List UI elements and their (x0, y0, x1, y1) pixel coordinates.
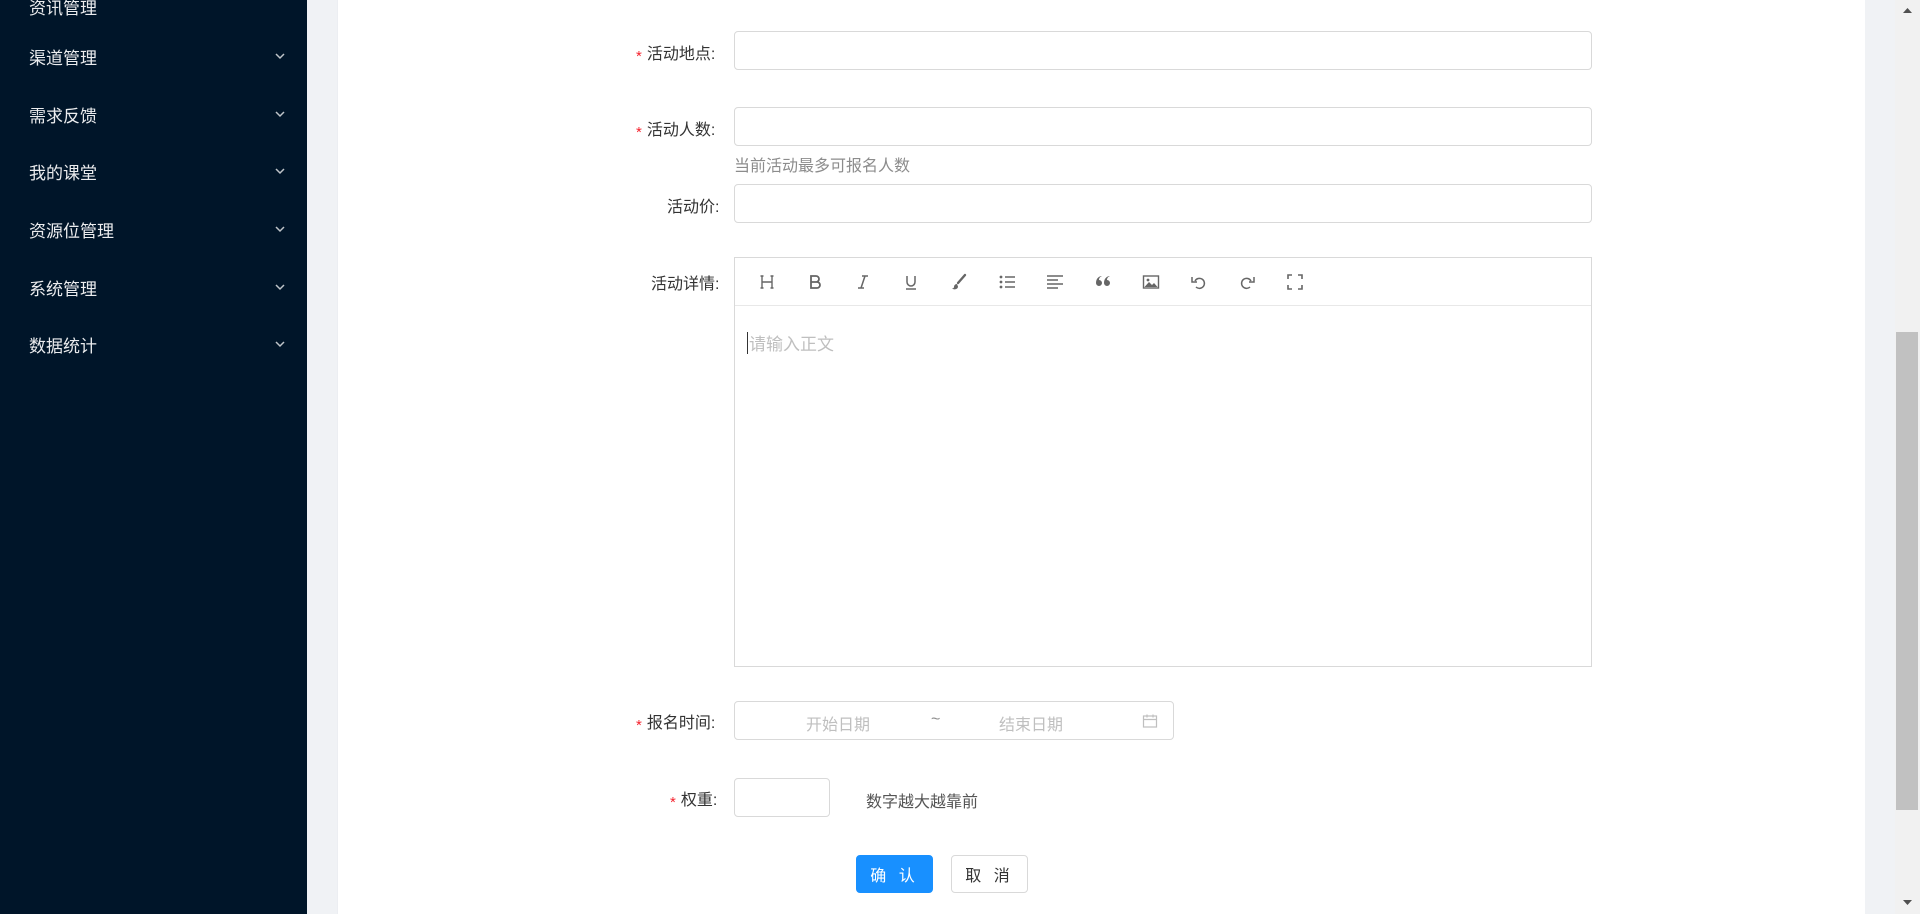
count-input[interactable] (734, 107, 1592, 146)
cancel-button[interactable]: 取 消 (951, 855, 1028, 893)
location-label: * 活动地点: (636, 46, 716, 65)
underline-icon[interactable] (900, 271, 922, 293)
sidebar-item-news[interactable]: 资讯管理 (0, 0, 307, 26)
sidebar-item-label: 数据统计 (29, 336, 97, 356)
price-input[interactable] (734, 184, 1592, 223)
chevron-down-icon (275, 53, 285, 60)
heading-icon[interactable] (756, 271, 778, 293)
date-range-picker[interactable]: 开始日期 ~ 结束日期 (734, 701, 1174, 740)
chevron-down-icon (275, 168, 285, 175)
editor-placeholder: 请输入正文 (749, 335, 834, 354)
confirm-button[interactable]: 确 认 (856, 855, 933, 893)
date-range-separator: ~ (931, 711, 941, 728)
detail-label: 活动详情: (651, 276, 720, 293)
sidebar-item-channels[interactable]: 渠道管理 (0, 36, 307, 76)
chevron-down-icon (275, 226, 285, 233)
rich-text-editor: 请输入正文 (734, 257, 1592, 667)
sidebar-item-label: 渠道管理 (29, 48, 97, 68)
scroll-down-icon[interactable] (1901, 896, 1914, 909)
calendar-icon (1142, 714, 1158, 728)
scrollbar[interactable] (1895, 0, 1920, 914)
signup-time-label: * 报名时间: (636, 715, 716, 734)
sidebar-item-label: 需求反馈 (29, 106, 97, 126)
chevron-down-icon (275, 111, 285, 118)
brush-icon[interactable] (948, 271, 970, 293)
quote-icon[interactable] (1092, 271, 1114, 293)
sidebar-item-classroom[interactable]: 我的课堂 (0, 151, 307, 191)
scroll-thumb[interactable] (1896, 332, 1918, 810)
editor-content[interactable] (735, 307, 1591, 666)
location-input[interactable] (734, 31, 1592, 70)
sidebar-item-resource-slots[interactable]: 资源位管理 (0, 209, 307, 249)
price-label: 活动价: (667, 199, 720, 216)
bold-icon[interactable] (804, 271, 826, 293)
align-icon[interactable] (1044, 271, 1066, 293)
text-caret (747, 332, 748, 354)
required-mark: * (670, 794, 676, 811)
weight-input[interactable] (734, 778, 830, 817)
sidebar-item-feedback[interactable]: 需求反馈 (0, 94, 307, 134)
required-mark: * (636, 48, 642, 65)
start-date-input[interactable]: 开始日期 (806, 711, 870, 735)
end-date-input[interactable]: 结束日期 (999, 711, 1063, 735)
chevron-down-icon (275, 341, 285, 348)
required-mark: * (636, 124, 642, 141)
image-icon[interactable] (1140, 271, 1162, 293)
weight-hint: 数字越大越靠前 (866, 794, 979, 811)
sidebar: 资讯管理 渠道管理 需求反馈 我的课堂 资源位管理 系统管理 数据统计 (0, 0, 307, 914)
editor-toolbar (735, 258, 1591, 306)
undo-icon[interactable] (1188, 271, 1210, 293)
count-hint: 当前活动最多可报名人数 (734, 158, 911, 175)
count-label: * 活动人数: (636, 122, 716, 141)
weight-label: * 权重: (670, 792, 718, 811)
scroll-up-icon[interactable] (1901, 4, 1914, 17)
fullscreen-icon[interactable] (1284, 271, 1306, 293)
sidebar-item-label: 资源位管理 (29, 221, 114, 241)
list-icon[interactable] (996, 271, 1018, 293)
sidebar-item-label: 我的课堂 (29, 163, 97, 183)
required-mark: * (636, 717, 642, 734)
italic-icon[interactable] (852, 271, 874, 293)
sidebar-item-label: 系统管理 (29, 279, 97, 299)
redo-icon[interactable] (1236, 271, 1258, 293)
sidebar-item-statistics[interactable]: 数据统计 (0, 324, 307, 364)
sidebar-item-label: 资讯管理 (29, 0, 97, 18)
sidebar-item-system[interactable]: 系统管理 (0, 267, 307, 307)
chevron-down-icon (275, 284, 285, 291)
